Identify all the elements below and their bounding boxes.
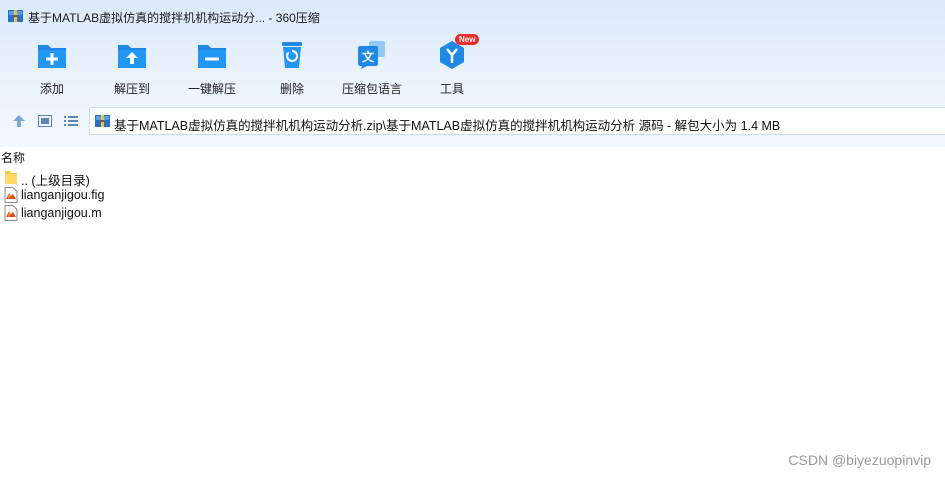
thumbnail-view-icon: [38, 115, 52, 127]
one-click-extract-label: 一键解压: [187, 82, 236, 96]
matlab-fig-file-icon: [4, 187, 18, 203]
archive-path: 基于MATLAB虚拟仿真的搅拌机机构运动分析.zip\基于MATLAB虚拟仿真的…: [114, 119, 781, 133]
new-badge: New: [455, 34, 480, 45]
list-item-fig-file[interactable]: lianganjigou.fig: [0, 186, 945, 204]
window-chrome: 基于MATLAB虚拟仿真的搅拌机机构运动分... - 360压缩 添加 解压到: [0, 0, 945, 147]
name-column-header[interactable]: 名称: [0, 147, 945, 165]
archive-language-label: 压缩包语言: [341, 82, 402, 96]
archive-app-icon: [8, 10, 23, 22]
main-toolbar: 添加 解压到 一键解压 删除 文 压缩包语言 New 工具: [0, 34, 945, 100]
watermark-text: CSDN @biyezuopinvip: [788, 452, 931, 468]
list-item-m-file[interactable]: lianganjigou.m: [0, 204, 945, 222]
list-view-icon: [64, 116, 78, 126]
matlab-m-file-icon: [4, 205, 18, 221]
folder-add-icon: [38, 45, 66, 68]
one-click-extract-button[interactable]: 一键解压: [172, 34, 252, 98]
up-level-button[interactable]: [10, 112, 28, 130]
address-row: 基于MATLAB虚拟仿真的搅拌机机构运动分析.zip\基于MATLAB虚拟仿真的…: [0, 106, 945, 136]
list-view-button[interactable]: [62, 112, 80, 130]
language-icon: 文: [358, 41, 385, 69]
tools-button[interactable]: New 工具: [412, 34, 492, 98]
list-item-parent-dir[interactable]: .. (上级目录): [0, 168, 945, 188]
name-column-label: 名称: [1, 151, 26, 165]
title-bar: 基于MATLAB虚拟仿真的搅拌机机构运动分... - 360压缩: [0, 0, 945, 32]
thumbnail-view-button[interactable]: [36, 112, 54, 130]
folder-extract-icon: [118, 45, 146, 68]
folder-minus-icon: [198, 45, 226, 68]
archive-language-button[interactable]: 文 压缩包语言: [332, 34, 412, 98]
list-item-name: lianganjigou.m: [21, 206, 102, 220]
extract-to-button[interactable]: 解压到: [92, 34, 172, 98]
file-list: .. (上级目录) lianganjigou.fig lianganjigou.…: [0, 168, 945, 222]
tools-icon-wrap: New: [435, 34, 480, 72]
zip-archive-icon: [95, 115, 110, 127]
tools-label: 工具: [439, 82, 464, 96]
extract-to-label: 解压到: [113, 82, 150, 96]
add-label: 添加: [39, 82, 64, 96]
list-item-name: lianganjigou.fig: [21, 188, 105, 202]
folder-icon: [5, 171, 17, 184]
delete-button[interactable]: 删除: [252, 34, 332, 98]
arrow-up-icon: [13, 115, 25, 127]
window-title: 基于MATLAB虚拟仿真的搅拌机机构运动分... - 360压缩: [28, 11, 320, 25]
add-button[interactable]: 添加: [12, 34, 92, 98]
address-bar[interactable]: 基于MATLAB虚拟仿真的搅拌机机构运动分析.zip\基于MATLAB虚拟仿真的…: [89, 107, 945, 135]
delete-label: 删除: [279, 82, 304, 96]
svg-text:文: 文: [362, 49, 375, 64]
recycle-bin-icon: [282, 42, 302, 68]
